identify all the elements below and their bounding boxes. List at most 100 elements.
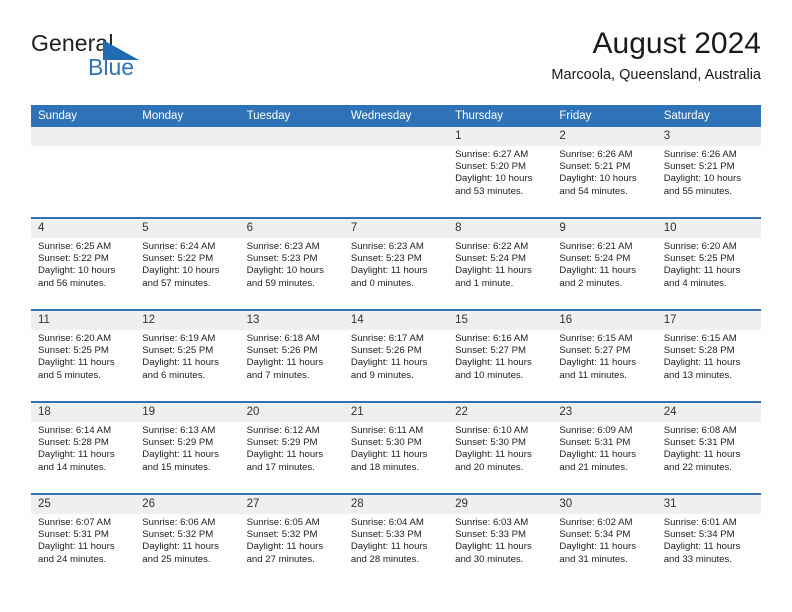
day-number: 26 (135, 495, 240, 514)
sunrise-text: Sunrise: 6:27 AM (455, 149, 529, 160)
daylight-text: Daylight: 11 hours and 31 minutes. (559, 541, 637, 565)
day-cell-content: 15 Sunrise: 6:16 AM Sunset: 5:27 PM Dayligh… (448, 311, 553, 401)
calendar-day-cell[interactable]: 24 Sunrise: 6:08 AM Sunset: 5:31 PM Dayligh… (656, 401, 761, 494)
day-details: Sunrise: 6:26 AM Sunset: 5:21 PM Daylight:… (657, 146, 761, 198)
calendar-day-cell[interactable]: 26 Sunrise: 6:06 AM Sunset: 5:32 PM Dayligh… (135, 493, 240, 585)
calendar-day-cell[interactable]: 4 Sunrise: 6:25 AM Sunset: 5:22 PM Daylight… (31, 217, 136, 310)
day-details: Sunrise: 6:04 AM Sunset: 5:33 PM Daylight:… (344, 514, 448, 566)
day-number: 24 (656, 403, 761, 422)
calendar-day-cell[interactable]: 28 Sunrise: 6:04 AM Sunset: 5:33 PM Dayligh… (343, 493, 449, 585)
daylight-text: Daylight: 11 hours and 11 minutes. (559, 357, 637, 381)
weekday-header-wednesday: Wednesday (343, 105, 449, 127)
calendar-day-cell[interactable]: 5 Sunrise: 6:24 AM Sunset: 5:22 PM Daylight… (135, 217, 240, 310)
day-number: 16 (552, 311, 657, 330)
calendar-day-cell[interactable]: 3 Sunrise: 6:26 AM Sunset: 5:21 PM Daylight… (656, 127, 761, 218)
day-cell-content: 25 Sunrise: 6:07 AM Sunset: 5:31 PM Dayligh… (31, 495, 136, 585)
day-number: 17 (656, 311, 761, 330)
calendar-day-cell[interactable]: 11 Sunrise: 6:20 AM Sunset: 5:25 PM Dayligh… (31, 309, 136, 402)
day-number: 4 (31, 219, 136, 238)
sunset-text: Sunset: 5:31 PM (559, 437, 631, 449)
daylight-text: Daylight: 11 hours and 15 minutes. (142, 449, 219, 473)
daylight-text: Daylight: 11 hours and 30 minutes. (455, 541, 532, 565)
day-cell-content (343, 127, 449, 217)
page-title: August 2024 (592, 27, 761, 60)
calendar-day-cell[interactable]: 31 Sunrise: 6:01 AM Sunset: 5:34 PM Dayligh… (656, 493, 761, 585)
calendar-day-cell[interactable]: 19 Sunrise: 6:13 AM Sunset: 5:29 PM Dayligh… (135, 401, 240, 494)
daylight-text: Daylight: 10 hours and 55 minutes. (663, 173, 742, 197)
calendar-day-cell[interactable]: 18 Sunrise: 6:14 AM Sunset: 5:28 PM Dayligh… (31, 401, 136, 494)
day-details: Sunrise: 6:08 AM Sunset: 5:31 PM Daylight:… (657, 422, 761, 474)
day-cell-content: 21 Sunrise: 6:11 AM Sunset: 5:30 PM Dayligh… (343, 403, 449, 493)
sunrise-text: Sunrise: 6:26 AM (559, 149, 633, 160)
calendar-day-cell[interactable]: 1 Sunrise: 6:27 AM Sunset: 5:20 PM Daylight… (448, 127, 553, 218)
day-cell-content: 27 Sunrise: 6:05 AM Sunset: 5:32 PM Dayligh… (239, 495, 344, 585)
day-details: Sunrise: 6:12 AM Sunset: 5:29 PM Daylight:… (240, 422, 344, 474)
day-number: 14 (343, 311, 449, 330)
calendar-day-cell[interactable]: 7 Sunrise: 6:23 AM Sunset: 5:23 PM Daylight… (343, 217, 449, 310)
daylight-text: Daylight: 11 hours and 14 minutes. (38, 449, 115, 473)
sunset-text: Sunset: 5:26 PM (246, 345, 318, 357)
calendar-day-cell[interactable]: 15 Sunrise: 6:16 AM Sunset: 5:27 PM Dayligh… (448, 309, 553, 402)
sunset-text: Sunset: 5:21 PM (663, 161, 735, 173)
brand-logo[interactable]: General Blue (31, 32, 231, 88)
calendar-day-cell[interactable]: 22 Sunrise: 6:10 AM Sunset: 5:30 PM Dayligh… (448, 401, 553, 494)
daylight-text: Daylight: 11 hours and 4 minutes. (663, 265, 741, 289)
sunset-text: Sunset: 5:24 PM (455, 253, 527, 265)
day-number: 30 (552, 495, 657, 514)
calendar-day-cell[interactable]: 16 Sunrise: 6:15 AM Sunset: 5:27 PM Dayligh… (552, 309, 657, 402)
day-number: 13 (239, 311, 344, 330)
daylight-text: Daylight: 11 hours and 21 minutes. (559, 449, 637, 473)
calendar-table: Sunday Monday Tuesday Wednesday Thursday… (31, 105, 761, 585)
daylight-text: Daylight: 11 hours and 1 minute. (455, 265, 532, 289)
calendar-day-cell[interactable]: 10 Sunrise: 6:20 AM Sunset: 5:25 PM Dayligh… (656, 217, 761, 310)
day-number: 15 (448, 311, 553, 330)
day-number: 12 (135, 311, 240, 330)
day-cell-content: 5 Sunrise: 6:24 AM Sunset: 5:22 PM Daylight… (135, 219, 240, 309)
day-number: 25 (31, 495, 136, 514)
day-details: Sunrise: 6:14 AM Sunset: 5:28 PM Daylight:… (31, 422, 135, 474)
calendar-day-cell[interactable]: 2 Sunrise: 6:26 AM Sunset: 5:21 PM Daylight… (552, 127, 657, 218)
calendar-day-cell[interactable]: 25 Sunrise: 6:07 AM Sunset: 5:31 PM Dayligh… (31, 493, 136, 585)
sunrise-text: Sunrise: 6:20 AM (38, 333, 112, 344)
calendar-day-cell[interactable]: 27 Sunrise: 6:05 AM Sunset: 5:32 PM Dayligh… (239, 493, 344, 585)
daylight-text: Daylight: 10 hours and 54 minutes. (559, 173, 637, 197)
day-number: 28 (343, 495, 449, 514)
day-details: Sunrise: 6:23 AM Sunset: 5:23 PM Daylight:… (240, 238, 344, 290)
daylight-text: Daylight: 11 hours and 18 minutes. (350, 449, 428, 473)
calendar-week-row: 11 Sunrise: 6:20 AM Sunset: 5:25 PM Dayligh… (31, 309, 761, 402)
calendar-day-cell[interactable]: 20 Sunrise: 6:12 AM Sunset: 5:29 PM Dayligh… (239, 401, 344, 494)
calendar-day-cell[interactable]: 29 Sunrise: 6:03 AM Sunset: 5:33 PM Dayligh… (448, 493, 553, 585)
calendar-day-cell[interactable]: 21 Sunrise: 6:11 AM Sunset: 5:30 PM Dayligh… (343, 401, 449, 494)
brand-name-general: General (31, 30, 114, 56)
day-number: 2 (552, 127, 657, 146)
day-details: Sunrise: 6:20 AM Sunset: 5:25 PM Daylight:… (31, 330, 135, 382)
calendar-day-cell[interactable]: 6 Sunrise: 6:23 AM Sunset: 5:23 PM Daylight… (239, 217, 344, 310)
day-cell-content: 16 Sunrise: 6:15 AM Sunset: 5:27 PM Dayligh… (552, 311, 657, 401)
calendar-day-cell[interactable]: 9 Sunrise: 6:21 AM Sunset: 5:24 PM Daylight… (552, 217, 657, 310)
day-cell-content (135, 127, 240, 217)
sunset-text: Sunset: 5:31 PM (663, 437, 735, 449)
calendar-day-cell[interactable]: 14 Sunrise: 6:17 AM Sunset: 5:26 PM Dayligh… (343, 309, 449, 402)
day-details: Sunrise: 6:27 AM Sunset: 5:20 PM Daylight:… (448, 146, 552, 198)
calendar-day-cell[interactable]: 23 Sunrise: 6:09 AM Sunset: 5:31 PM Dayligh… (552, 401, 657, 494)
sunrise-text: Sunrise: 6:14 AM (38, 425, 112, 436)
weekday-header-sunday: Sunday (31, 105, 136, 127)
sunset-text: Sunset: 5:32 PM (246, 529, 318, 541)
calendar-day-cell[interactable]: 8 Sunrise: 6:22 AM Sunset: 5:24 PM Daylight… (448, 217, 553, 310)
calendar-day-cell[interactable]: 17 Sunrise: 6:15 AM Sunset: 5:28 PM Dayligh… (656, 309, 761, 402)
day-number: 18 (31, 403, 136, 422)
day-number (31, 127, 136, 146)
day-number: 3 (656, 127, 761, 146)
calendar-week-row: 18 Sunrise: 6:14 AM Sunset: 5:28 PM Dayligh… (31, 401, 761, 494)
page-subtitle: Marcoola, Queensland, Australia (551, 67, 761, 83)
calendar-day-cell[interactable]: 13 Sunrise: 6:18 AM Sunset: 5:26 PM Dayligh… (239, 309, 344, 402)
day-details: Sunrise: 6:21 AM Sunset: 5:24 PM Daylight:… (552, 238, 656, 290)
sunset-text: Sunset: 5:21 PM (559, 161, 631, 173)
sunset-text: Sunset: 5:25 PM (663, 253, 735, 265)
calendar-day-cell[interactable]: 12 Sunrise: 6:19 AM Sunset: 5:25 PM Dayligh… (135, 309, 240, 402)
day-details: Sunrise: 6:01 AM Sunset: 5:34 PM Daylight:… (657, 514, 761, 566)
sunrise-text: Sunrise: 6:16 AM (455, 333, 529, 344)
calendar-day-cell[interactable]: 30 Sunrise: 6:02 AM Sunset: 5:34 PM Dayligh… (552, 493, 657, 585)
day-cell-content: 12 Sunrise: 6:19 AM Sunset: 5:25 PM Dayligh… (135, 311, 240, 401)
sunset-text: Sunset: 5:33 PM (455, 529, 527, 541)
